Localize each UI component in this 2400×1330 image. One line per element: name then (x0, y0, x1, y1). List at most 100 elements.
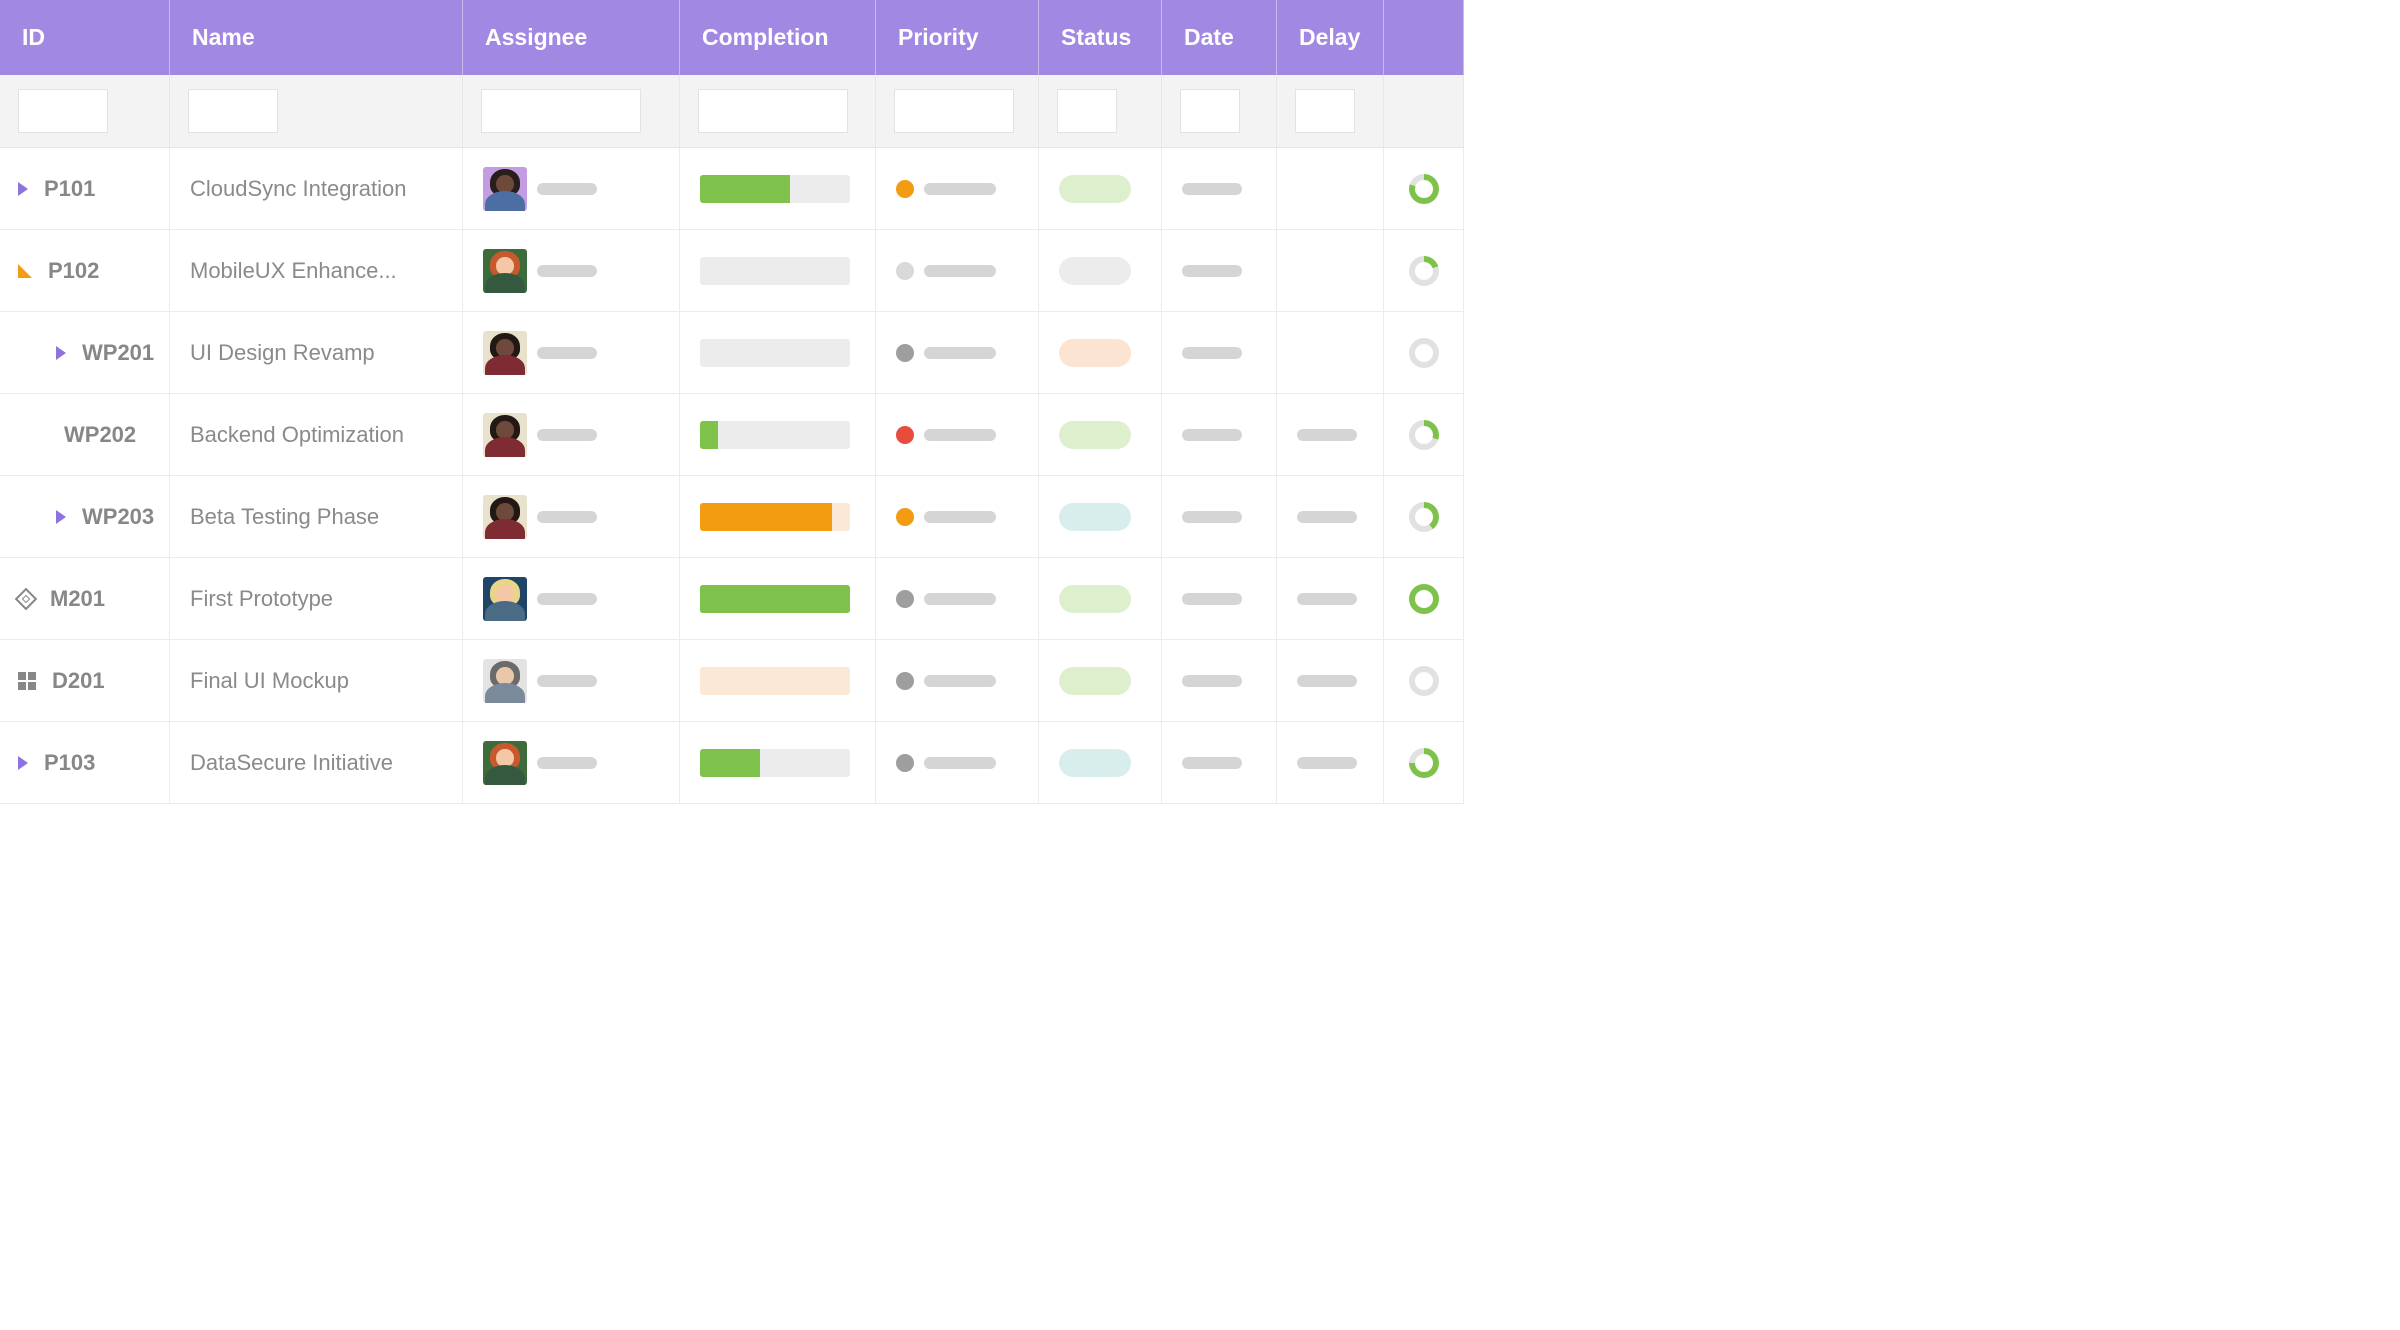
row-id[interactable]: P101 (0, 148, 170, 230)
filter-input-status[interactable] (1057, 89, 1117, 133)
row-progress-ring (1384, 312, 1464, 394)
progress-bar (700, 257, 850, 285)
row-delay (1277, 312, 1384, 394)
row-assignee[interactable] (463, 230, 680, 312)
row-assignee[interactable] (463, 394, 680, 476)
assignee-name-placeholder (537, 265, 597, 277)
row-name[interactable]: UI Design Revamp (170, 312, 463, 394)
row-priority[interactable] (876, 640, 1039, 722)
filter-cell-date (1162, 75, 1277, 148)
filter-input-delay[interactable] (1295, 89, 1355, 133)
progress-ring-icon (1409, 174, 1439, 204)
column-header-assignee[interactable]: Assignee (463, 0, 680, 75)
column-header-id[interactable]: ID (0, 0, 170, 75)
row-status[interactable] (1039, 312, 1162, 394)
expand-chevron-icon[interactable] (18, 182, 28, 196)
status-badge (1059, 175, 1131, 203)
row-id-text: P101 (44, 176, 95, 202)
row-id[interactable]: M201 (0, 558, 170, 640)
row-priority[interactable] (876, 722, 1039, 804)
row-assignee[interactable] (463, 640, 680, 722)
row-status[interactable] (1039, 558, 1162, 640)
column-header-completion[interactable]: Completion (680, 0, 876, 75)
row-assignee[interactable] (463, 476, 680, 558)
row-id[interactable]: WP203 (0, 476, 170, 558)
row-date[interactable] (1162, 558, 1277, 640)
status-badge (1059, 749, 1131, 777)
row-priority[interactable] (876, 476, 1039, 558)
row-date[interactable] (1162, 312, 1277, 394)
row-date[interactable] (1162, 722, 1277, 804)
row-assignee[interactable] (463, 312, 680, 394)
row-name[interactable]: Beta Testing Phase (170, 476, 463, 558)
row-name[interactable]: Final UI Mockup (170, 640, 463, 722)
row-date[interactable] (1162, 640, 1277, 722)
row-status[interactable] (1039, 230, 1162, 312)
row-id[interactable]: P103 (0, 722, 170, 804)
row-name[interactable]: MobileUX Enhance... (170, 230, 463, 312)
row-priority[interactable] (876, 312, 1039, 394)
filter-input-date[interactable] (1180, 89, 1240, 133)
avatar (483, 331, 527, 375)
row-name[interactable]: CloudSync Integration (170, 148, 463, 230)
column-header-priority[interactable]: Priority (876, 0, 1039, 75)
row-status[interactable] (1039, 394, 1162, 476)
row-priority[interactable] (876, 558, 1039, 640)
filter-input-id[interactable] (18, 89, 108, 133)
row-name[interactable]: Backend Optimization (170, 394, 463, 476)
progress-ring-icon (1409, 748, 1439, 778)
filter-input-name[interactable] (188, 89, 278, 133)
expand-triangle-icon[interactable] (18, 264, 32, 278)
expand-chevron-icon[interactable] (56, 510, 66, 524)
row-id-text: P102 (48, 258, 99, 284)
row-assignee[interactable] (463, 722, 680, 804)
row-status[interactable] (1039, 476, 1162, 558)
row-date[interactable] (1162, 394, 1277, 476)
column-header-status[interactable]: Status (1039, 0, 1162, 75)
filter-cell-delay (1277, 75, 1384, 148)
progress-bar (700, 749, 850, 777)
filter-input-priority[interactable] (894, 89, 1014, 133)
column-header-date[interactable]: Date (1162, 0, 1277, 75)
row-name-text: DataSecure Initiative (190, 750, 393, 776)
row-date[interactable] (1162, 148, 1277, 230)
row-priority[interactable] (876, 230, 1039, 312)
progress-bar (700, 585, 850, 613)
filter-input-completion[interactable] (698, 89, 848, 133)
deliverable-icon (18, 672, 36, 690)
column-header-ring[interactable] (1384, 0, 1464, 75)
row-date[interactable] (1162, 230, 1277, 312)
assignee-name-placeholder (537, 429, 597, 441)
row-priority[interactable] (876, 148, 1039, 230)
date-placeholder (1182, 429, 1242, 441)
column-header-name[interactable]: Name (170, 0, 463, 75)
row-status[interactable] (1039, 640, 1162, 722)
avatar (483, 495, 527, 539)
row-status[interactable] (1039, 722, 1162, 804)
row-name[interactable]: First Prototype (170, 558, 463, 640)
status-badge (1059, 339, 1131, 367)
expand-chevron-icon[interactable] (56, 346, 66, 360)
row-completion (680, 558, 876, 640)
row-id[interactable]: WP201 (0, 312, 170, 394)
row-date[interactable] (1162, 476, 1277, 558)
row-id-text: M201 (50, 586, 105, 612)
row-assignee[interactable] (463, 558, 680, 640)
column-header-delay[interactable]: Delay (1277, 0, 1384, 75)
filter-input-assignee[interactable] (481, 89, 641, 133)
row-id[interactable]: P102 (0, 230, 170, 312)
row-id[interactable]: D201 (0, 640, 170, 722)
delay-placeholder (1297, 593, 1357, 605)
status-badge (1059, 257, 1131, 285)
row-assignee[interactable] (463, 148, 680, 230)
row-completion (680, 640, 876, 722)
row-id[interactable]: WP202 (0, 394, 170, 476)
row-status[interactable] (1039, 148, 1162, 230)
filter-cell-priority (876, 75, 1039, 148)
priority-label-placeholder (924, 757, 996, 769)
row-priority[interactable] (876, 394, 1039, 476)
progress-ring-icon (1409, 338, 1439, 368)
row-name[interactable]: DataSecure Initiative (170, 722, 463, 804)
priority-dot-icon (896, 344, 914, 362)
expand-chevron-icon[interactable] (18, 756, 28, 770)
